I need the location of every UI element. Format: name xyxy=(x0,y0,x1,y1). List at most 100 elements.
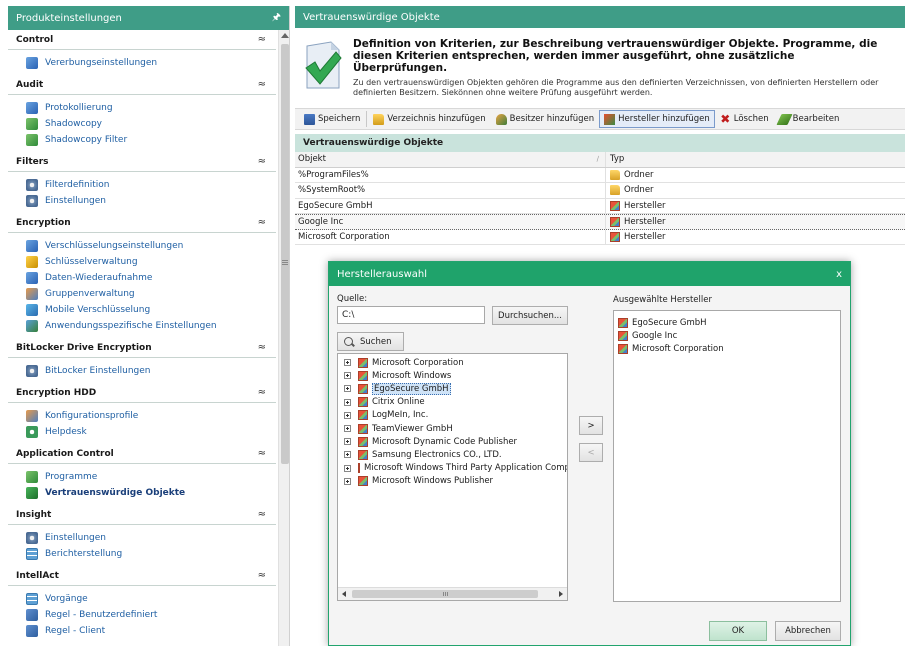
sidebar-item-vorg-nge[interactable]: Vorgänge xyxy=(8,591,289,607)
sidebar-item-berichterstellung[interactable]: Berichterstellung xyxy=(8,546,289,562)
sidebar-item-einstellungen[interactable]: Einstellungen xyxy=(8,530,289,546)
sidebar-item-regel-client[interactable]: Regel - Client xyxy=(8,623,289,639)
scroll-left-icon[interactable] xyxy=(342,591,346,597)
source-input[interactable] xyxy=(337,306,485,324)
expand-icon[interactable] xyxy=(344,411,351,419)
scroll-right-icon[interactable] xyxy=(559,591,563,597)
tree-item-logmein-inc[interactable]: LogMeIn, Inc. xyxy=(338,409,567,422)
expand-icon[interactable] xyxy=(344,438,351,446)
table-row[interactable]: %ProgramFiles% Ordner xyxy=(295,167,905,183)
expand-icon[interactable] xyxy=(344,398,351,406)
collapse-icon[interactable]: ≈ xyxy=(258,34,266,45)
tree-item-egosecure-gmbh[interactable]: EgoSecure GmbH xyxy=(338,382,567,395)
sidebar-item-helpdesk[interactable]: Helpdesk xyxy=(8,424,289,440)
tree-item-samsung-electronics-co-ltd[interactable]: Samsung Electronics CO., LTD. xyxy=(338,448,567,461)
sidebar-item-konfigurationsprofile[interactable]: Konfigurationsprofile xyxy=(8,408,289,424)
add-folder-button[interactable]: Verzeichnis hinzufügen xyxy=(368,110,490,128)
sidebar-item-vererbungseinstellungen[interactable]: Vererbungseinstellungen xyxy=(8,55,289,71)
table-row[interactable]: EgoSecure GmbH Hersteller xyxy=(295,198,905,214)
expand-icon[interactable] xyxy=(344,385,351,393)
scroll-thumb[interactable] xyxy=(352,590,538,598)
table-row[interactable]: Google Inc Hersteller xyxy=(295,214,905,230)
sidebar-item-vertrauensw-rdige-objekte[interactable]: Vertrauenswürdige Objekte xyxy=(8,485,289,501)
edit-button[interactable]: Bearbeiten xyxy=(774,110,845,128)
add-owner-button[interactable]: Besitzer hinzufügen xyxy=(491,110,599,128)
collapse-icon[interactable]: ≈ xyxy=(258,570,266,581)
selected-item-egosecure-gmbh[interactable]: EgoSecure GmbH xyxy=(614,316,840,329)
add-vendor-arrow-button[interactable]: > xyxy=(579,416,603,435)
sidebar-item-regel-benutzerdefiniert[interactable]: Regel - Benutzerdefiniert xyxy=(8,607,289,623)
column-header-object[interactable]: Objekt ∕ xyxy=(295,152,606,167)
expand-icon[interactable] xyxy=(344,477,351,485)
tree-horizontal-scrollbar[interactable] xyxy=(338,587,567,600)
add-vendor-button[interactable]: Hersteller hinzufügen xyxy=(599,110,715,128)
sidebar-item-mobile-verschl-sselung[interactable]: Mobile Verschlüsselung xyxy=(8,302,289,318)
table-row[interactable]: %SystemRoot% Ordner xyxy=(295,183,905,199)
column-header-type[interactable]: Typ xyxy=(606,152,905,167)
sidebar-item-shadowcopy[interactable]: Shadowcopy xyxy=(8,116,289,132)
close-icon[interactable]: x xyxy=(836,269,842,280)
expand-icon[interactable] xyxy=(344,425,351,433)
tree-item-citrix-online[interactable]: Citrix Online xyxy=(338,396,567,409)
group-header-control[interactable]: Control ≈ xyxy=(8,30,276,50)
table-row[interactable]: Microsoft Corporation Hersteller xyxy=(295,229,905,245)
delete-button[interactable]: ✖ Löschen xyxy=(715,110,774,128)
tree-item-microsoft-windows-third-party-application-comp[interactable]: Microsoft Windows Third Party Applicatio… xyxy=(338,462,567,475)
sidebar-item-programme[interactable]: Programme xyxy=(8,469,289,485)
sidebar-scrollbar[interactable] xyxy=(278,30,289,646)
group-header-intellact[interactable]: IntellAct ≈ xyxy=(8,566,276,586)
tree-item-microsoft-windows-publisher[interactable]: Microsoft Windows Publisher xyxy=(338,475,567,488)
pin-icon[interactable]: 🖈 xyxy=(272,10,281,27)
sidebar-item-protokollierung[interactable]: Protokollierung xyxy=(8,100,289,116)
remove-vendor-arrow-button[interactable]: < xyxy=(579,443,603,462)
sidebar-item-anwendungsspezifische-einstellungen[interactable]: Anwendungsspezifische Einstellungen xyxy=(8,318,289,334)
group-header-application-control[interactable]: Application Control ≈ xyxy=(8,444,276,464)
sidebar-item-schl-sselverwaltung[interactable]: Schlüsselverwaltung xyxy=(8,254,289,270)
selected-vendors-list[interactable]: EgoSecure GmbH Google Inc Microsoft Corpor… xyxy=(613,310,841,602)
sidebar-item-gruppenverwaltung[interactable]: Gruppenverwaltung xyxy=(8,286,289,302)
sidebar-item-shadowcopy-filter[interactable]: Shadowcopy Filter xyxy=(8,132,289,148)
group-header-audit[interactable]: Audit ≈ xyxy=(8,75,276,95)
group-header-filters[interactable]: Filters ≈ xyxy=(8,152,276,172)
scroll-up-icon[interactable] xyxy=(281,33,289,38)
tree-item-microsoft-windows[interactable]: Microsoft Windows xyxy=(338,369,567,382)
expand-icon[interactable] xyxy=(344,464,351,472)
cancel-button[interactable]: Abbrechen xyxy=(775,621,841,641)
key-icon xyxy=(26,256,38,268)
group-header-insight[interactable]: Insight ≈ xyxy=(8,505,276,525)
trusted-check-icon xyxy=(305,41,342,89)
sidebar-item-daten-wiederaufnahme[interactable]: Daten-Wiederaufnahme xyxy=(8,270,289,286)
tree-item-microsoft-dynamic-code-publisher[interactable]: Microsoft Dynamic Code Publisher xyxy=(338,435,567,448)
search-button[interactable]: Suchen xyxy=(337,332,404,351)
vendor-tree[interactable]: Microsoft Corporation Microsoft Windows Eg… xyxy=(337,353,568,601)
browse-button[interactable]: Durchsuchen... xyxy=(492,306,568,325)
vendor-icon xyxy=(358,476,368,487)
collapse-icon[interactable]: ≈ xyxy=(258,342,266,353)
collapse-icon[interactable]: ≈ xyxy=(258,448,266,459)
sidebar-item-bitlocker-einstellungen[interactable]: BitLocker Einstellungen xyxy=(8,363,289,379)
expand-icon[interactable] xyxy=(344,359,351,367)
selected-item-microsoft-corporation[interactable]: Microsoft Corporation xyxy=(614,342,840,355)
scroll-thumb[interactable] xyxy=(281,44,289,464)
sidebar-item-einstellungen[interactable]: Einstellungen xyxy=(8,193,289,209)
vendor-icon xyxy=(358,370,368,381)
selected-item-label: Google Inc xyxy=(632,330,678,341)
save-button[interactable]: Speichern xyxy=(299,110,365,128)
selected-item-google-inc[interactable]: Google Inc xyxy=(614,329,840,342)
expand-icon[interactable] xyxy=(344,372,351,380)
collapse-icon[interactable]: ≈ xyxy=(258,79,266,90)
sidebar-item-verschl-sselungseinstellungen[interactable]: Verschlüsselungseinstellungen xyxy=(8,238,289,254)
collapse-icon[interactable]: ≈ xyxy=(258,156,266,167)
tree-item-microsoft-corporation[interactable]: Microsoft Corporation xyxy=(338,356,567,369)
group-header-encryption[interactable]: Encryption ≈ xyxy=(8,213,276,233)
group-header-encryption-hdd[interactable]: Encryption HDD ≈ xyxy=(8,383,276,403)
tree-item-label: LogMeIn, Inc. xyxy=(372,410,429,421)
collapse-icon[interactable]: ≈ xyxy=(258,387,266,398)
expand-icon[interactable] xyxy=(344,451,351,459)
group-header-bitlocker-drive-encryption[interactable]: BitLocker Drive Encryption ≈ xyxy=(8,338,276,358)
ok-button[interactable]: OK xyxy=(709,621,767,641)
collapse-icon[interactable]: ≈ xyxy=(258,217,266,228)
collapse-icon[interactable]: ≈ xyxy=(258,509,266,520)
sidebar-item-filterdefinition[interactable]: Filterdefinition xyxy=(8,177,289,193)
tree-item-teamviewer-gmbh[interactable]: TeamViewer GmbH xyxy=(338,422,567,435)
